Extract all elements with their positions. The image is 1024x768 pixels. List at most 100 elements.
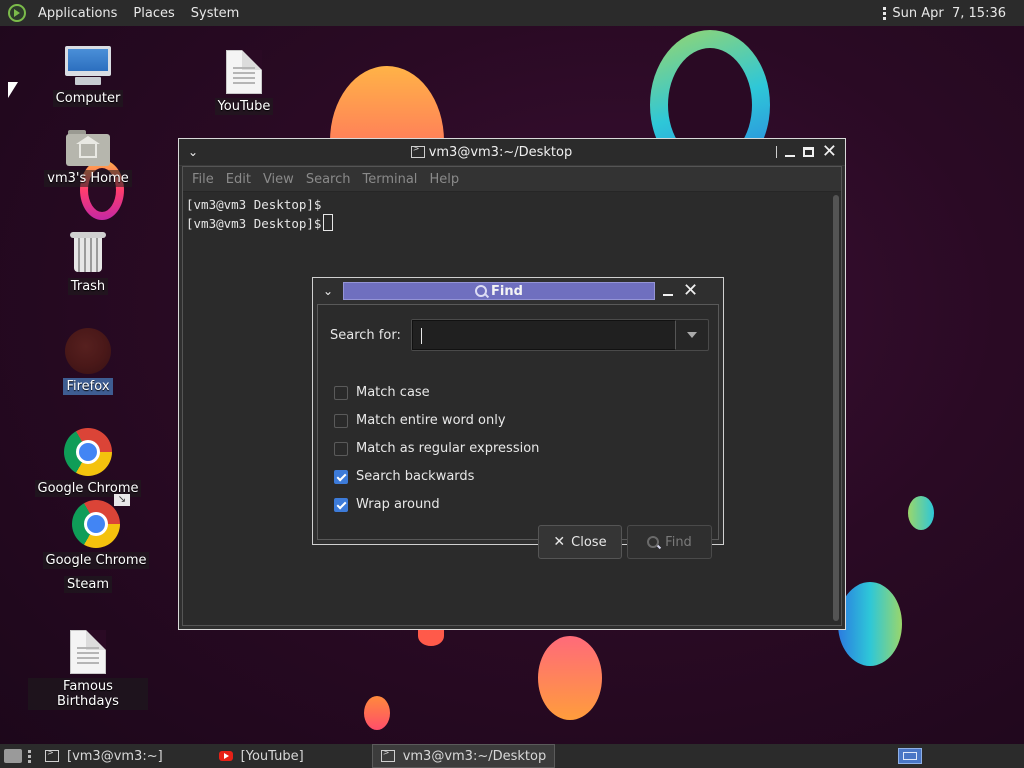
find-content: Search for: Match case Match entire word…	[317, 304, 719, 559]
terminal-prompt-line: [vm3@vm3 Desktop]$	[186, 214, 826, 233]
taskbar-item-terminal-home[interactable]: [vm3@vm3:~]	[37, 744, 171, 768]
terminal-cursor	[323, 214, 334, 231]
menu-edit[interactable]: Edit	[221, 172, 256, 187]
top-panel: Applications Places System Sun Apr 7, 15…	[0, 0, 1024, 26]
desktop-icon-youtube[interactable]: YouTube	[184, 50, 304, 115]
option-label: Match case	[356, 385, 430, 400]
terminal-icon	[380, 748, 395, 762]
show-desktop-icon[interactable]	[4, 749, 22, 763]
wrap-around-checkbox[interactable]	[334, 497, 348, 512]
desktop-icon-google-chrome-2[interactable]: ↘ Google Chrome	[36, 494, 156, 569]
window-menu-chevron-icon[interactable]: ⌄	[179, 145, 207, 159]
applications-menu[interactable]: Applications	[30, 6, 125, 21]
terminal-icon	[45, 748, 59, 762]
terminal-icon	[410, 144, 425, 158]
search-row: Search for:	[330, 319, 709, 351]
workspace-switcher-icon[interactable]	[898, 748, 922, 764]
option-match-case[interactable]: Match case	[334, 385, 430, 400]
desktop-icon-computer[interactable]: Computer	[28, 46, 148, 107]
desktop-icon-trash[interactable]: Trash	[28, 230, 148, 295]
taskbar-item-youtube[interactable]: [YouTube]	[211, 744, 312, 768]
wallpaper-blob-bottom	[538, 636, 602, 720]
minimize-button[interactable]	[663, 294, 673, 296]
window-controls: ✕	[775, 143, 845, 161]
computer-icon	[65, 46, 111, 86]
menu-file[interactable]: File	[187, 172, 219, 187]
taskbar-item-label: [YouTube]	[240, 748, 304, 764]
desktop-icon-google-chrome[interactable]: Google Chrome	[28, 428, 148, 497]
close-button[interactable]: ✕	[683, 282, 698, 300]
desktop-icon-label: Trash	[67, 278, 109, 295]
document-icon	[70, 630, 106, 674]
chevron-down-icon	[686, 332, 697, 338]
option-label: Match as regular expression	[356, 441, 540, 456]
regex-checkbox[interactable]	[334, 441, 348, 456]
wallpaper-blob-tiny-green	[908, 496, 934, 530]
mouse-pointer-icon	[8, 82, 18, 98]
menu-view[interactable]: View	[258, 172, 299, 187]
close-button[interactable]: ✕	[822, 143, 837, 161]
search-backwards-checkbox[interactable]	[334, 469, 348, 484]
option-regex[interactable]: Match as regular expression	[334, 441, 539, 456]
terminal-title-text: vm3@vm3:~/Desktop	[428, 144, 573, 160]
home-folder-icon	[66, 130, 110, 166]
text-caret	[420, 328, 422, 344]
clock-area: Sun Apr 7, 15:36	[883, 6, 1024, 21]
taskbar-item-label: vm3@vm3:~/Desktop	[402, 748, 547, 764]
option-wrap-around[interactable]: Wrap around	[334, 497, 440, 512]
distro-logo-icon[interactable]	[8, 4, 26, 22]
taskbar-item-terminal-desktop[interactable]: vm3@vm3:~/Desktop	[371, 744, 556, 768]
find-button[interactable]: Find	[627, 525, 712, 559]
search-history-dropdown[interactable]	[676, 320, 708, 350]
option-search-backwards[interactable]: Search backwards	[334, 469, 474, 484]
option-label: Match entire word only	[356, 413, 506, 428]
search-combobox	[410, 319, 709, 351]
option-label: Wrap around	[356, 497, 440, 512]
terminal-title: vm3@vm3:~/Desktop	[207, 144, 776, 160]
search-icon	[647, 536, 660, 548]
desktop-icon-label: Computer	[52, 90, 124, 107]
youtube-icon	[218, 751, 233, 761]
desktop-icon-famous-birthdays[interactable]: Famous Birthdays	[28, 630, 148, 710]
minimize-button[interactable]	[784, 155, 795, 157]
terminal-menubar: File Edit View Search Terminal Help	[183, 167, 841, 192]
document-icon	[226, 50, 262, 94]
bottom-panel: [vm3@vm3:~] [YouTube] vm3@vm3:~/Desktop	[0, 744, 1024, 768]
find-button-label: Find	[665, 534, 692, 550]
desktop-icon-label: YouTube	[214, 98, 274, 115]
close-dialog-button[interactable]: ✕ Close	[538, 525, 622, 559]
terminal-titlebar[interactable]: ⌄ vm3@vm3:~/Desktop ✕	[179, 139, 845, 166]
taskbar-item-label: [vm3@vm3:~]	[67, 748, 163, 764]
match-entire-word-checkbox[interactable]	[334, 413, 348, 428]
wallpaper-blob-small	[364, 696, 390, 730]
maximize-button[interactable]	[802, 147, 814, 157]
window-menu-chevron-icon[interactable]: ⌄	[313, 284, 343, 298]
find-dialog: ⌄ Find ✕ Search for: Match case Match en…	[312, 277, 724, 559]
clock[interactable]: Sun Apr 7, 15:36	[892, 6, 1006, 21]
firefox-icon	[65, 328, 111, 374]
desktop-icon-home[interactable]: vm3's Home	[28, 130, 148, 187]
close-icon: ✕	[553, 534, 566, 550]
find-titlebar[interactable]: ⌄ Find ✕	[313, 278, 723, 304]
dialog-window-controls: ✕	[663, 282, 698, 300]
find-title-text: Find	[491, 283, 523, 299]
desktop-icon-firefox[interactable]: Firefox	[28, 328, 148, 395]
places-menu[interactable]: Places	[125, 6, 182, 21]
close-button-label: Close	[571, 534, 607, 550]
menu-terminal[interactable]: Terminal	[357, 172, 422, 187]
desktop-icon-steam[interactable]: Steam	[28, 576, 148, 593]
system-menu[interactable]: System	[183, 6, 247, 21]
search-input[interactable]	[411, 320, 676, 350]
terminal-scrollbar[interactable]	[833, 195, 839, 621]
option-label: Search backwards	[356, 469, 475, 484]
trash-icon	[70, 230, 106, 274]
terminal-line: [vm3@vm3 Desktop]$	[186, 216, 322, 231]
title-separator	[775, 146, 777, 158]
option-match-entire-word[interactable]: Match entire word only	[334, 413, 506, 428]
desktop-icon-label: Firefox	[63, 378, 113, 395]
shortcut-arrow-icon: ↘	[114, 494, 130, 506]
menu-search[interactable]: Search	[301, 172, 356, 187]
menu-help[interactable]: Help	[424, 172, 464, 187]
match-case-checkbox[interactable]	[334, 385, 348, 400]
panel-handle-icon	[883, 6, 887, 20]
